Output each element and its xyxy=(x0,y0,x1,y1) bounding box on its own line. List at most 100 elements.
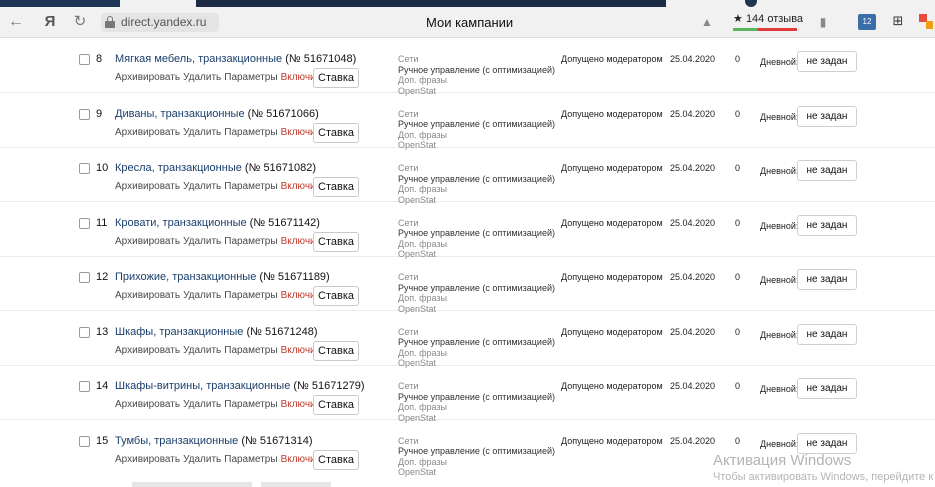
lock-icon xyxy=(105,16,115,28)
daily-budget-button[interactable]: не задан xyxy=(797,378,857,399)
delete-link[interactable]: Удалить xyxy=(183,127,221,138)
address-text: direct.yandex.ru xyxy=(121,15,207,29)
row-checkbox[interactable] xyxy=(79,217,90,229)
campaign-id: (№ 51671189) xyxy=(259,271,330,283)
campaign-name-link[interactable]: Шкафы, транзакционные xyxy=(115,326,243,338)
params-link[interactable]: Параметры xyxy=(224,127,277,138)
back-arrow-icon[interactable]: ← xyxy=(6,12,26,32)
bottom-scroll-fragment xyxy=(132,482,252,487)
daily-budget-label: Дневной: xyxy=(760,384,799,394)
strategy-info: Сети Ручное управление (с оптимизацией) До… xyxy=(398,327,555,369)
bid-button[interactable]: Ставка xyxy=(313,177,359,197)
extension-badge-icon[interactable]: 12 xyxy=(858,14,876,30)
daily-budget-button[interactable]: не задан xyxy=(797,432,857,454)
daily-budget-button[interactable]: не задан xyxy=(797,269,857,290)
campaign-name-link[interactable]: Диваны, транзакционные xyxy=(115,108,245,120)
row-actions: Архивировать Удалить Параметры Включить xyxy=(115,127,328,138)
row-checkbox[interactable] xyxy=(79,326,90,338)
bid-button[interactable]: Ставка xyxy=(313,68,359,88)
rating-bar xyxy=(733,28,797,31)
bid-button[interactable]: Ставка xyxy=(313,122,359,143)
campaign-name-link[interactable]: Шкафы-витрины, транзакционные xyxy=(115,380,290,392)
archive-link[interactable]: Архивировать xyxy=(115,454,180,465)
browser-toolbar: ← Я ↻ direct.yandex.ru Мои кампании ▲ ★ … xyxy=(0,7,935,38)
daily-budget-label: Дневной: xyxy=(760,111,799,122)
delete-link[interactable]: Удалить xyxy=(183,72,221,83)
bookmark-icon[interactable]: ▮ xyxy=(816,15,830,29)
tab-strip-segment xyxy=(196,0,666,7)
top-window-edge xyxy=(0,0,935,7)
daily-budget-button[interactable]: не задан xyxy=(797,160,857,181)
campaign-name: Шкафы, транзакционные (№ 51671248) xyxy=(115,326,318,338)
params-link[interactable]: Параметры xyxy=(224,345,277,356)
row-checkbox[interactable] xyxy=(79,272,90,283)
hat-icon[interactable]: ▲ xyxy=(700,15,714,29)
campaign-name-link[interactable]: Прихожие, транзакционные xyxy=(115,271,256,283)
strategy-label: Ручное управление (с оптимизацией) xyxy=(398,337,555,347)
moderation-status: Допущено модератором xyxy=(561,217,663,228)
networks-label: Сети xyxy=(398,435,419,446)
delete-link[interactable]: Удалить xyxy=(183,236,221,247)
tab-strip-segment xyxy=(0,0,120,7)
delete-link[interactable]: Удалить xyxy=(183,290,221,301)
params-link[interactable]: Параметры xyxy=(224,181,277,192)
campaign-name-link[interactable]: Кресла, транзакционные xyxy=(115,162,242,174)
bid-button[interactable]: Ставка xyxy=(313,449,359,470)
archive-link[interactable]: Архивировать xyxy=(115,127,180,138)
daily-budget-button[interactable]: не задан xyxy=(797,105,857,127)
row-actions: Архивировать Удалить Параметры Включить xyxy=(115,72,328,83)
bid-button[interactable]: Ставка xyxy=(313,395,359,415)
delete-link[interactable]: Удалить xyxy=(183,181,221,192)
row-checkbox[interactable] xyxy=(79,108,90,120)
bid-button[interactable]: Ставка xyxy=(313,340,359,361)
row-checkbox[interactable] xyxy=(79,54,90,65)
extra-phrases-label: Доп. фразы xyxy=(398,347,447,358)
archive-link[interactable]: Архивировать xyxy=(115,181,180,192)
daily-budget-button[interactable]: не задан xyxy=(797,323,857,345)
params-link[interactable]: Параметры xyxy=(224,290,277,301)
bid-button[interactable]: Ставка xyxy=(313,231,359,252)
strategy-info: Сети Ручное управление (с оптимизацией) До… xyxy=(398,381,555,423)
archive-link[interactable]: Архивировать xyxy=(115,399,180,410)
address-bar[interactable]: direct.yandex.ru xyxy=(101,13,219,32)
campaign-id: (№ 51671142) xyxy=(249,216,320,229)
delete-link[interactable]: Удалить xyxy=(183,454,221,465)
campaign-row: 9 Диваны, транзакционные (№ 51671066) Архи… xyxy=(0,94,935,150)
campaign-name-link[interactable]: Мягкая мебель, транзакционные xyxy=(115,53,282,65)
reload-icon[interactable]: ↻ xyxy=(70,12,90,32)
archive-link[interactable]: Архивировать xyxy=(115,236,180,247)
translate-extension-icon[interactable]: ⊞ xyxy=(890,14,906,30)
networks-label: Сети xyxy=(398,217,419,228)
daily-budget-button[interactable]: не задан xyxy=(797,214,857,236)
campaign-name-link[interactable]: Тумбы, транзакционные xyxy=(115,435,238,447)
archive-link[interactable]: Архивировать xyxy=(115,345,180,356)
params-link[interactable]: Параметры xyxy=(224,399,277,410)
delete-link[interactable]: Удалить xyxy=(183,345,221,356)
row-number: 15 xyxy=(96,434,109,447)
archive-link[interactable]: Архивировать xyxy=(115,72,180,83)
strategy-info: Сети Ручное управление (с оптимизацией) До… xyxy=(398,218,555,260)
campaign-id: (№ 51671248) xyxy=(246,325,318,338)
bid-button[interactable]: Ставка xyxy=(313,286,359,306)
params-link[interactable]: Параметры xyxy=(224,236,277,247)
extra-phrases-label: Доп. фразы xyxy=(398,184,447,194)
strategy-label: Ручное управление (с оптимизацией) xyxy=(398,119,555,129)
delete-link[interactable]: Удалить xyxy=(183,399,221,410)
extension-icon[interactable] xyxy=(919,14,933,30)
archive-link[interactable]: Архивировать xyxy=(115,290,180,301)
extra-phrases-label: Доп. фразы xyxy=(398,402,447,412)
row-checkbox[interactable] xyxy=(79,435,90,447)
yandex-button[interactable]: Я xyxy=(40,12,60,32)
row-actions: Архивировать Удалить Параметры Включить xyxy=(115,454,328,465)
moderation-status: Допущено модератором xyxy=(561,54,663,64)
extra-phrases-label: Доп. фразы xyxy=(398,129,447,140)
daily-budget-button[interactable]: не задан xyxy=(797,51,857,72)
reviews-widget[interactable]: ★ 144 отзыва xyxy=(733,11,803,33)
row-checkbox[interactable] xyxy=(79,163,90,174)
networks-label: Сети xyxy=(398,381,419,391)
params-link[interactable]: Параметры xyxy=(224,454,277,465)
campaign-name-link[interactable]: Кровати, транзакционные xyxy=(115,217,247,229)
params-link[interactable]: Параметры xyxy=(224,72,277,83)
moderation-status: Допущено модератором xyxy=(561,108,663,119)
row-checkbox[interactable] xyxy=(79,381,90,392)
